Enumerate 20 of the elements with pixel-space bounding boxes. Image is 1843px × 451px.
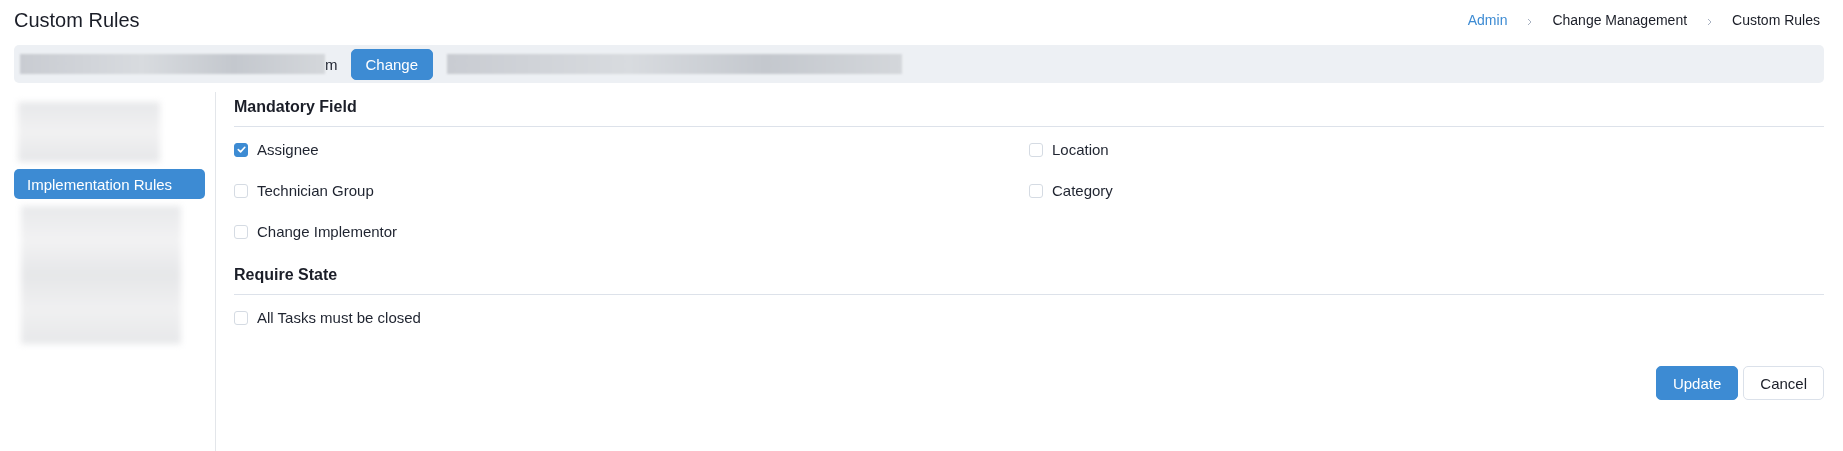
page-title: Custom Rules <box>14 8 140 32</box>
checkbox-label: Assignee <box>257 141 319 158</box>
chevron-icon <box>1527 18 1533 26</box>
update-button[interactable]: Update <box>1655 366 1739 400</box>
text-fragment: m <box>325 55 338 73</box>
breadcrumb-item: Custom Rules <box>1732 12 1820 28</box>
section-title: Mandatory Field <box>234 92 1824 127</box>
breadcrumb-link[interactable]: Admin <box>1467 12 1508 28</box>
checkbox-label: Location <box>1052 141 1109 158</box>
change-button[interactable]: Change <box>350 48 434 80</box>
section-title: Require State <box>234 260 1824 295</box>
cancel-button[interactable]: Cancel <box>1743 366 1824 400</box>
checkbox[interactable] <box>234 142 248 157</box>
checkbox-label: Change Implementor <box>257 223 398 240</box>
checkbox-label: Category <box>1052 182 1113 199</box>
checkbox-label: Technician Group <box>257 182 374 199</box>
checkbox-label: All Tasks must be closed <box>257 309 421 326</box>
breadcrumb-item: Change Management <box>1552 12 1688 28</box>
chevron-icon <box>1707 18 1713 26</box>
sidebar-item[interactable]: Implementation Rules <box>14 169 205 199</box>
